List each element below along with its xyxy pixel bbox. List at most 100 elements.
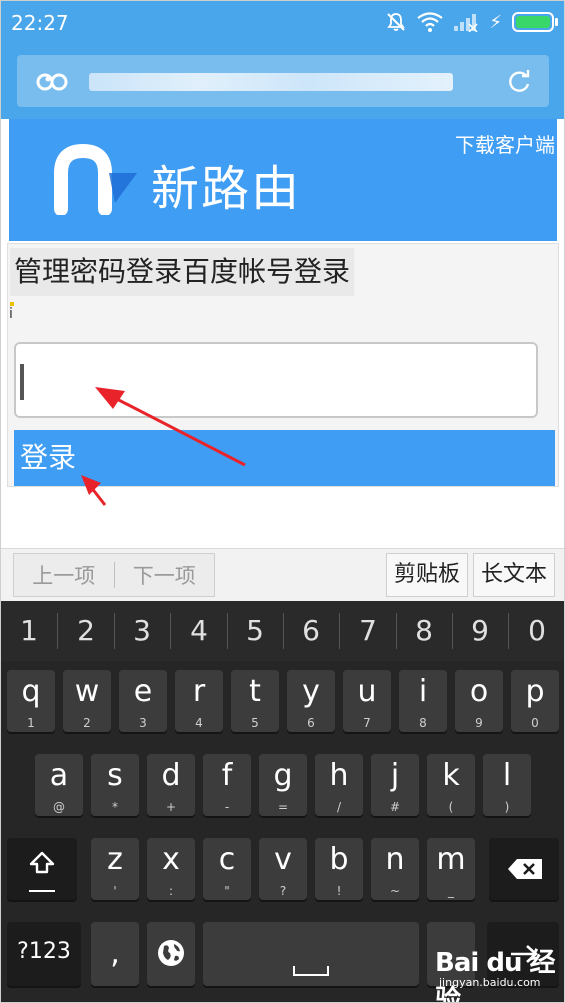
shift-key[interactable] <box>7 838 77 900</box>
key-alt: 8 <box>419 716 427 730</box>
incognito-glasses-icon[interactable] <box>35 69 69 95</box>
key-c[interactable]: c " <box>203 838 251 900</box>
key-3[interactable]: 3 <box>114 607 170 655</box>
key-u[interactable]: u7 <box>343 670 391 732</box>
key-alt: @ <box>53 800 65 814</box>
comma-key[interactable]: , <box>91 922 139 986</box>
key-letter: s <box>107 758 123 793</box>
globe-icon <box>156 938 186 972</box>
key-letter: e <box>133 674 153 709</box>
symbols-key[interactable]: ?123 <box>7 922 81 986</box>
key-label: , <box>110 936 120 971</box>
password-input[interactable] <box>14 342 538 418</box>
space-key[interactable] <box>203 922 419 986</box>
key-e[interactable]: e3 <box>119 670 167 732</box>
key-7[interactable]: 7 <box>340 607 396 655</box>
backspace-icon <box>507 858 543 884</box>
key-alt: - <box>224 800 230 814</box>
key-alt: ! <box>336 884 342 898</box>
key-letter: u <box>357 674 377 709</box>
key-j[interactable]: j # <box>371 754 419 816</box>
key-f[interactable]: f- <box>203 754 251 816</box>
space-icon <box>293 966 329 976</box>
battery-fill <box>516 16 550 28</box>
login-tabs: 管理密码登录百度帐号登录 <box>10 248 355 296</box>
key-5[interactable]: 5 <box>227 607 283 655</box>
key-q[interactable]: q1 <box>7 670 55 732</box>
key-6[interactable]: 6 <box>283 607 339 655</box>
battery-icon <box>512 12 558 32</box>
key-4[interactable]: 4 <box>171 607 227 655</box>
key-d[interactable]: d + <box>147 754 195 816</box>
long-text-button[interactable]: 长文本 <box>473 553 555 597</box>
key-k[interactable]: k( <box>427 754 475 816</box>
key-letter: q <box>21 674 41 709</box>
key-0[interactable]: 0 <box>509 607 564 655</box>
key-l[interactable]: l) <box>483 754 531 816</box>
download-client-link[interactable]: 下载客户端 <box>455 129 555 158</box>
key-z[interactable]: z ' <box>91 838 139 900</box>
tab-baidu-account[interactable]: 百度帐号登录 <box>182 255 350 288</box>
key-t[interactable]: t5 <box>231 670 279 732</box>
key-1[interactable]: 1 <box>1 607 57 655</box>
key-g[interactable]: g = <box>259 754 307 816</box>
key-v[interactable]: v? <box>259 838 307 900</box>
key-alt: 9 <box>475 716 483 730</box>
key-x[interactable]: x: <box>147 838 195 900</box>
key-h[interactable]: h / <box>315 754 363 816</box>
key-p[interactable]: p0 <box>511 670 559 732</box>
key-2[interactable]: 2 <box>58 607 114 655</box>
watermark-url: jingyan.baidu.com <box>439 976 541 989</box>
key-m[interactable]: m _ <box>427 838 475 900</box>
key-letter: k <box>442 758 460 793</box>
refresh-icon[interactable] <box>505 67 533 95</box>
browser-bar <box>1 45 564 119</box>
prev-field-button[interactable]: 上一项 <box>14 560 114 590</box>
key-alt: " <box>224 884 230 898</box>
charging-icon: ⚡ <box>489 11 502 33</box>
url-text-blurred[interactable] <box>89 73 453 91</box>
key-i[interactable]: i8 <box>399 670 447 732</box>
key-w[interactable]: w2 <box>63 670 111 732</box>
key-alt: : <box>168 884 174 898</box>
key-b[interactable]: b! <box>315 838 363 900</box>
field-navigation: 上一项 下一项 <box>13 553 215 597</box>
key-alt: 1 <box>27 716 35 730</box>
language-key[interactable] <box>147 922 195 986</box>
text-caret <box>20 364 24 400</box>
key-alt: = <box>277 800 289 814</box>
key-letter: c <box>218 842 236 877</box>
key-letter: b <box>329 842 349 877</box>
key-alt: 7 <box>363 716 371 730</box>
router-logo-icon <box>51 143 143 216</box>
signal-icon <box>453 12 479 32</box>
backspace-key[interactable] <box>489 838 559 900</box>
clipboard-button[interactable]: 剪贴板 <box>386 553 468 597</box>
key-letter: i <box>418 674 428 709</box>
key-s[interactable]: s * <box>91 754 139 816</box>
shift-indicator <box>29 890 55 892</box>
key-9[interactable]: 9 <box>452 607 508 655</box>
next-field-button[interactable]: 下一项 <box>115 560 215 590</box>
tab-admin-password[interactable]: 管理密码登录 <box>14 255 182 288</box>
key-letter: v <box>274 842 292 877</box>
key-a[interactable]: a @ <box>35 754 83 816</box>
key-letter: m <box>436 842 466 877</box>
key-alt: / <box>336 800 342 814</box>
logo-text: 新路由 <box>151 161 302 217</box>
key-8[interactable]: 8 <box>396 607 452 655</box>
key-alt: # <box>389 800 401 814</box>
key-letter: t <box>249 674 261 709</box>
key-letter: o <box>469 674 489 709</box>
key-letter: x <box>162 842 180 877</box>
key-r[interactable]: r4 <box>175 670 223 732</box>
login-button[interactable]: 登录 <box>14 430 555 486</box>
address-bar[interactable] <box>17 55 549 107</box>
key-alt: 6 <box>307 716 315 730</box>
key-n[interactable]: n ~ <box>371 838 419 900</box>
shift-icon <box>29 850 55 880</box>
key-y[interactable]: y6 <box>287 670 335 732</box>
key-o[interactable]: o9 <box>455 670 503 732</box>
key-alt: 4 <box>195 716 203 730</box>
key-alt: 5 <box>251 716 259 730</box>
